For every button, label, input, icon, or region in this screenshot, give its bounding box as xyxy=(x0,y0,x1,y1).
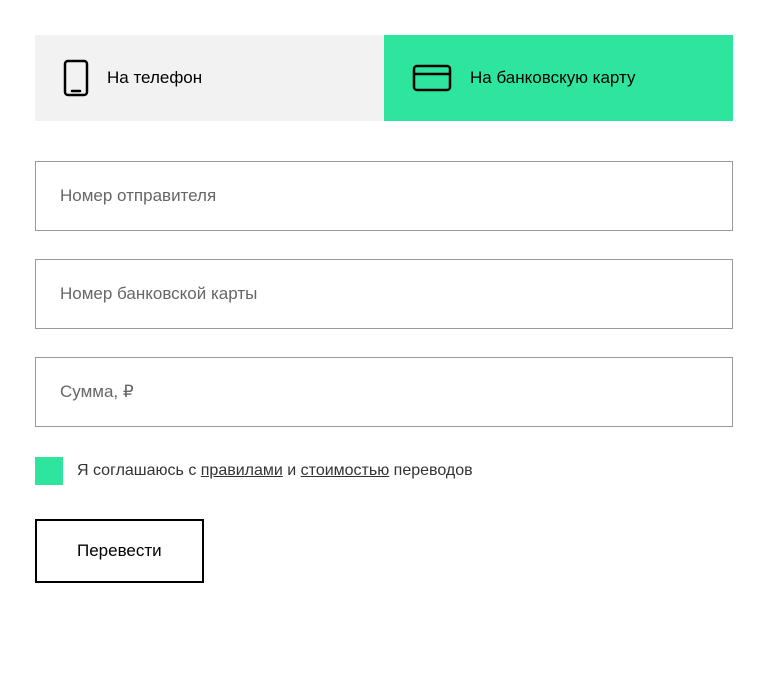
transfer-type-tabs: На телефон На банковскую карту xyxy=(35,35,733,121)
agree-text: Я соглашаюсь с правилами и стоимостью пе… xyxy=(77,460,473,482)
tab-to-phone[interactable]: На телефон xyxy=(35,35,384,121)
sender-number-input[interactable] xyxy=(35,161,733,231)
card-number-input[interactable] xyxy=(35,259,733,329)
agree-checkbox[interactable] xyxy=(35,457,63,485)
tab-phone-label: На телефон xyxy=(107,67,202,89)
rules-link[interactable]: правилами xyxy=(201,462,283,479)
phone-icon xyxy=(63,59,89,97)
agree-suffix: переводов xyxy=(389,462,472,479)
amount-input[interactable] xyxy=(35,357,733,427)
transfer-button[interactable]: Перевести xyxy=(35,519,204,583)
cost-link[interactable]: стоимостью xyxy=(301,462,390,479)
tab-card-label: На банковскую карту xyxy=(470,67,636,89)
agree-prefix: Я соглашаюсь с xyxy=(77,462,201,479)
agree-and: и xyxy=(283,462,301,479)
tab-to-card[interactable]: На банковскую карту xyxy=(384,35,733,121)
transfer-form: Я соглашаюсь с правилами и стоимостью пе… xyxy=(35,161,733,583)
card-icon xyxy=(412,64,452,92)
agree-row: Я соглашаюсь с правилами и стоимостью пе… xyxy=(35,457,733,485)
